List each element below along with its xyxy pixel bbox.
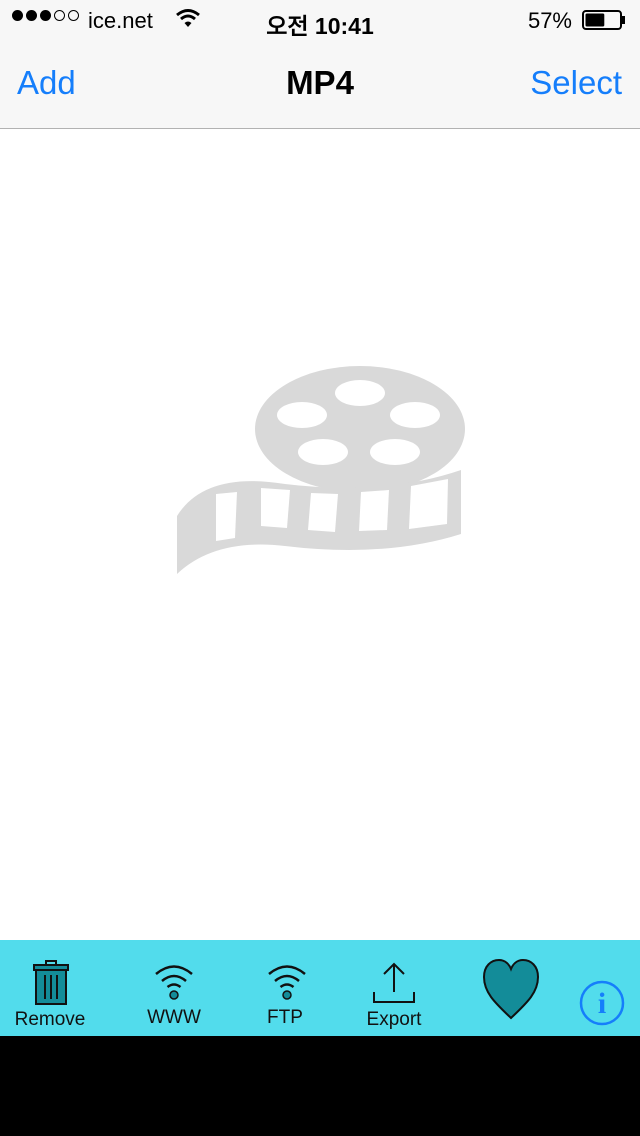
info-button[interactable]: i xyxy=(574,940,630,1036)
select-button[interactable]: Select xyxy=(530,64,622,102)
status-bar: ice.net 오전 10:41 57% xyxy=(0,0,640,40)
bottom-black-area xyxy=(0,1036,640,1136)
film-reel-icon xyxy=(177,366,465,574)
trash-icon xyxy=(33,960,69,1005)
ftp-button[interactable]: FTP xyxy=(245,940,325,1036)
www-label: WWW xyxy=(147,1007,201,1028)
remove-label: Remove xyxy=(14,1009,86,1030)
battery-percentage: 57% xyxy=(527,8,572,33)
upload-icon xyxy=(373,962,415,1003)
battery-icon xyxy=(582,10,625,30)
bottom-toolbar: Remove WWW FTP Export i xyxy=(0,940,640,1036)
heart-icon xyxy=(482,958,540,1020)
wifi-icon xyxy=(155,965,193,1000)
svg-text:i: i xyxy=(598,987,606,1020)
favorite-button[interactable] xyxy=(478,940,544,1036)
info-icon: i xyxy=(579,980,625,1026)
export-button[interactable]: Export xyxy=(353,940,435,1036)
www-button[interactable]: WWW xyxy=(134,940,214,1036)
screen: ice.net 오전 10:41 57% Add MP4 Select Remo… xyxy=(0,0,640,1036)
ftp-label: FTP xyxy=(267,1007,303,1028)
export-label: Export xyxy=(366,1009,422,1030)
wifi-icon xyxy=(268,965,306,1000)
remove-button[interactable]: Remove xyxy=(6,940,94,1036)
navigation-bar: Add MP4 Select xyxy=(0,40,640,129)
